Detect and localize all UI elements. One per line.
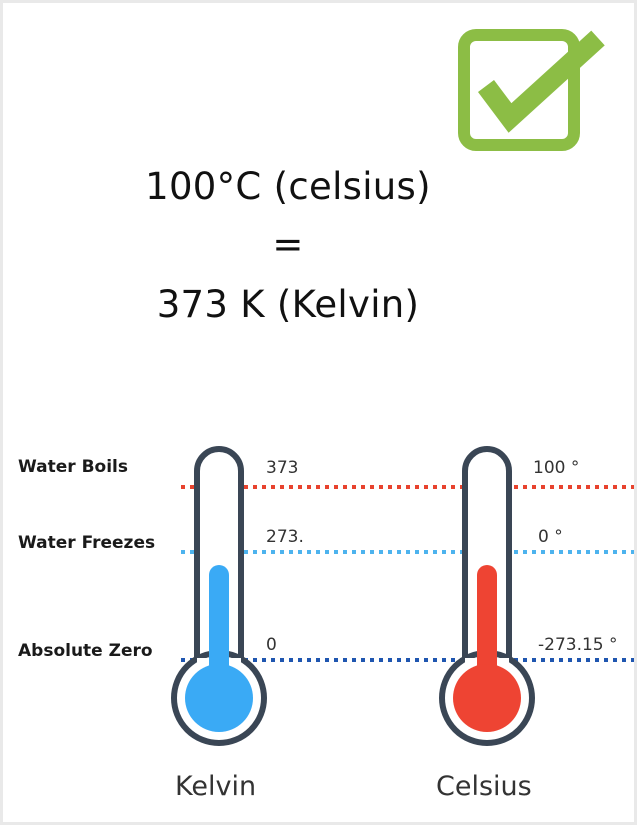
kelvin-value-zero: 0: [266, 635, 277, 655]
thermometer-diagram: [171, 446, 634, 746]
infographic-card: 100°C (celsius) = 373 K (Kelvin) Water B…: [3, 3, 634, 822]
kelvin-thermometer: [171, 446, 267, 746]
kelvin-value-boils: 373: [266, 458, 299, 478]
celsius-thermometer: [439, 446, 535, 746]
kelvin-fill-column: [209, 565, 229, 675]
thermometer-label-kelvin: Kelvin: [175, 771, 257, 802]
celsius-value-boils: 100 °: [533, 458, 580, 478]
thermometer-label-celsius: Celsius: [436, 771, 532, 802]
level-label-absolute-zero: Absolute Zero: [18, 641, 153, 661]
celsius-value-zero: -273.15 °: [538, 635, 618, 655]
kelvin-bulb: [185, 664, 253, 732]
kelvin-value-freezes: 273.: [266, 527, 304, 547]
level-label-water-boils: Water Boils: [18, 457, 128, 477]
celsius-value-freezes: 0 °: [538, 527, 563, 547]
celsius-bulb: [453, 664, 521, 732]
celsius-fill-column: [477, 565, 497, 675]
level-label-water-freezes: Water Freezes: [18, 533, 156, 553]
